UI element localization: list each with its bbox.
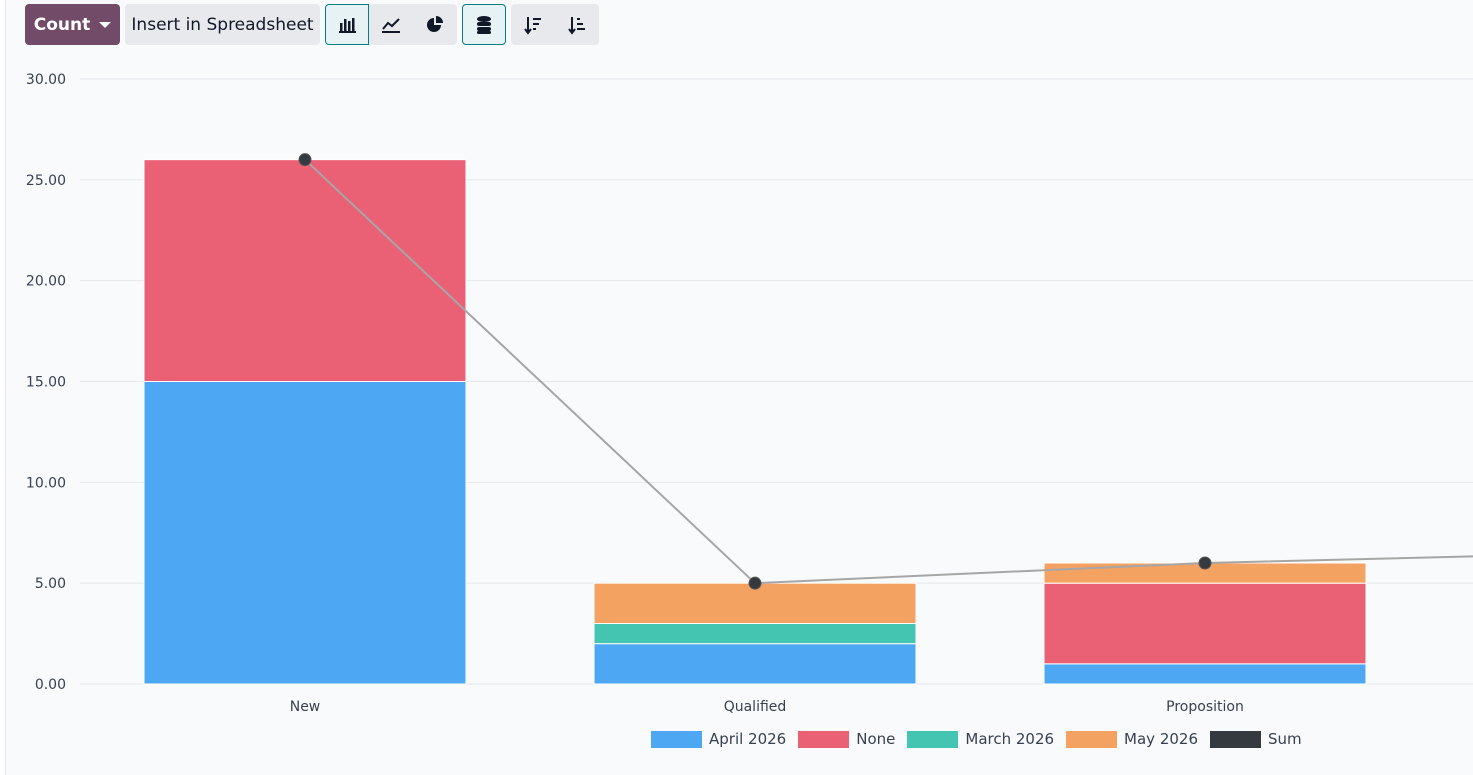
y-tick-label: 30.00 xyxy=(26,72,66,88)
legend-swatch xyxy=(1066,730,1118,748)
legend-swatch xyxy=(907,730,959,748)
bar-segment xyxy=(143,381,467,685)
bar-segment xyxy=(1043,663,1367,685)
graph-view: Count Insert in Spreadsheet 0.00 5.00 10… xyxy=(0,0,1473,775)
legend-label: Sum xyxy=(1268,730,1302,748)
sum-point xyxy=(1198,556,1212,570)
legend-label: None xyxy=(856,730,896,748)
chart-legend: April 2026 None March 2026 May 2026 Sum xyxy=(651,730,1302,748)
legend-swatch xyxy=(1210,730,1261,748)
y-tick-label: 15.00 xyxy=(26,375,66,391)
y-tick-label: 25.00 xyxy=(26,173,66,189)
legend-item[interactable]: Sum xyxy=(1210,730,1302,748)
y-tick-label: 20.00 xyxy=(26,274,66,290)
x-tick-label: Qualified xyxy=(724,699,787,715)
x-tick-label: New xyxy=(290,699,321,715)
legend-item[interactable]: March 2026 xyxy=(907,730,1054,748)
sum-point xyxy=(748,576,762,590)
legend-label: April 2026 xyxy=(709,730,787,748)
bar-segment xyxy=(143,159,467,382)
legend-swatch xyxy=(651,730,702,748)
legend-label: May 2026 xyxy=(1124,730,1198,748)
stacked-bar-chart: 0.00 5.00 10.00 15.00 20.00 25.00 30.00 New Qual… xyxy=(26,72,1473,715)
y-tick-label: 10.00 xyxy=(26,475,66,491)
legend-item[interactable]: May 2026 xyxy=(1066,730,1198,748)
bar-segment xyxy=(593,643,917,685)
legend-item[interactable]: April 2026 xyxy=(651,730,786,748)
bar-segment xyxy=(1043,582,1367,665)
legend-item[interactable]: None xyxy=(798,730,895,748)
sum-line xyxy=(304,158,1473,585)
legend-label: March 2026 xyxy=(965,730,1055,748)
bar-segment xyxy=(593,623,917,645)
y-tick-label: 5.00 xyxy=(35,576,66,592)
y-tick-label: 0.00 xyxy=(35,677,66,693)
sum-point xyxy=(298,153,312,167)
x-tick-label: Proposition xyxy=(1166,699,1244,715)
legend-swatch xyxy=(798,730,850,748)
